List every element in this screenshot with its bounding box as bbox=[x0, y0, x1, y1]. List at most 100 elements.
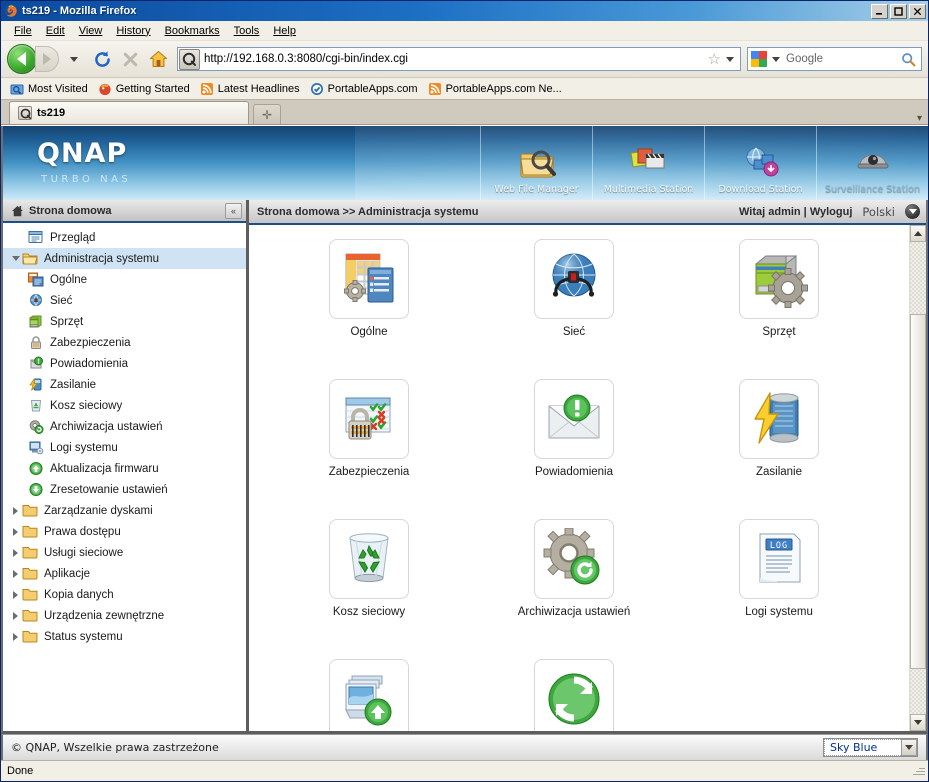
sidebar-collapse-button[interactable]: « bbox=[225, 202, 242, 219]
window-resize-grip[interactable] bbox=[910, 763, 926, 779]
sidebar-item-status-systemu[interactable]: Status systemu bbox=[3, 626, 246, 647]
url-bar[interactable]: http://192.168.0.3:8080/cgi-bin/index.cg… bbox=[177, 47, 741, 71]
bookmark-portableapps[interactable]: PortableApps.com bbox=[307, 81, 424, 97]
bookmark-star-icon[interactable]: ☆ bbox=[705, 50, 724, 68]
sidebar-item-siec[interactable]: Sieć bbox=[3, 290, 246, 311]
notification-mail-icon[interactable] bbox=[534, 379, 614, 459]
tile-archiwizacja-ustawien[interactable]: Archiwizacja ustawień bbox=[489, 519, 659, 659]
network-globe-icon[interactable] bbox=[534, 239, 614, 319]
maximize-button[interactable] bbox=[890, 3, 907, 19]
tile-ogolne[interactable]: Ogólne bbox=[284, 239, 454, 379]
sidebar-item-aktualizacja-firmwaru[interactable]: Aktualizacja firmwaru bbox=[3, 458, 246, 479]
sidebar-item-zresetowanie-ustawien[interactable]: Zresetowanie ustawień bbox=[3, 479, 246, 500]
bookmark-portableapps-news[interactable]: PortableApps.com Ne... bbox=[425, 81, 568, 97]
scroll-up-button[interactable] bbox=[910, 225, 926, 242]
tile-sprzet[interactable]: Sprzęt bbox=[694, 239, 864, 379]
firmware-update-icon[interactable] bbox=[329, 659, 409, 731]
search-input[interactable]: Google bbox=[786, 53, 901, 65]
general-settings-icon[interactable] bbox=[329, 239, 409, 319]
sidebar-item-powiadomienia[interactable]: Powiadomienia bbox=[3, 353, 246, 374]
sidebar-item-uslugi-sieciowe[interactable]: Usługi sieciowe bbox=[3, 542, 246, 563]
security-lock-icon[interactable] bbox=[329, 379, 409, 459]
menu-history[interactable]: History bbox=[109, 23, 157, 39]
bookmark-getting-started[interactable]: Getting Started bbox=[95, 81, 196, 97]
tile-zasilanie[interactable]: Zasilanie bbox=[694, 379, 864, 519]
sidebar-item-administracja-systemu[interactable]: Administracja systemu bbox=[3, 248, 246, 269]
bookmark-latest-headlines[interactable]: Latest Headlines bbox=[197, 81, 306, 97]
stop-icon[interactable] bbox=[117, 46, 143, 72]
twisty-closed-icon[interactable] bbox=[9, 506, 22, 515]
tile-zabezpieczenia[interactable]: Zabezpieczenia bbox=[284, 379, 454, 519]
sidebar-item-urzadzenia-zewnetrzne[interactable]: Urządzenia zewnętrzne bbox=[3, 605, 246, 626]
tile-logi-systemu[interactable]: LOG Logi systemu bbox=[694, 519, 864, 659]
search-bar[interactable]: Google bbox=[747, 47, 922, 71]
menu-edit[interactable]: Edit bbox=[39, 23, 72, 39]
tab-list-button[interactable]: ▾ bbox=[917, 113, 928, 124]
backup-gear-icon[interactable] bbox=[534, 519, 614, 599]
sidebar-item-kopia-danych[interactable]: Kopia danych bbox=[3, 584, 246, 605]
theme-dropdown-icon[interactable] bbox=[901, 739, 917, 756]
power-battery-icon[interactable] bbox=[739, 379, 819, 459]
sidebar-item-ogolne[interactable]: Ogólne bbox=[3, 269, 246, 290]
sidebar-item-zabezpieczenia[interactable]: Zabezpieczenia bbox=[3, 332, 246, 353]
twisty-closed-icon[interactable] bbox=[9, 611, 22, 620]
home-icon[interactable] bbox=[145, 46, 171, 72]
theme-selected-value[interactable]: Sky Blue bbox=[824, 739, 901, 756]
twisty-closed-icon[interactable] bbox=[9, 632, 22, 641]
bookmark-most-visited[interactable]: Most Visited bbox=[7, 81, 94, 97]
menu-tools[interactable]: Tools bbox=[227, 23, 267, 39]
twisty-closed-icon[interactable] bbox=[9, 590, 22, 599]
sidebar-item-prawa-dostepu[interactable]: Prawa dostępu bbox=[3, 521, 246, 542]
scroll-down-button[interactable] bbox=[910, 714, 926, 731]
menu-view[interactable]: View bbox=[72, 23, 110, 39]
language-label[interactable]: Polski bbox=[862, 205, 895, 219]
menu-file[interactable]: File bbox=[7, 23, 39, 39]
hardware-gear-icon[interactable] bbox=[739, 239, 819, 319]
menu-bookmarks[interactable]: Bookmarks bbox=[158, 23, 227, 39]
sidebar-item-zasilanie[interactable]: Zasilanie bbox=[3, 374, 246, 395]
url-text[interactable]: http://192.168.0.3:8080/cgi-bin/index.cg… bbox=[204, 53, 705, 65]
theme-select[interactable]: Sky Blue bbox=[823, 738, 918, 757]
sidebar-item-archiwizacja-ustawien[interactable]: Archiwizacja ustawień bbox=[3, 416, 246, 437]
sidebar-item-logi-systemu[interactable]: Logi systemu bbox=[3, 437, 246, 458]
twisty-closed-icon[interactable] bbox=[9, 569, 22, 578]
content-scrollbar[interactable] bbox=[909, 225, 926, 731]
tile-powiadomienia[interactable]: Powiadomienia bbox=[489, 379, 659, 519]
twisty-closed-icon[interactable] bbox=[9, 548, 22, 557]
search-engine-dropdown-icon[interactable] bbox=[770, 53, 786, 65]
minimize-button[interactable] bbox=[871, 3, 888, 19]
tile-siec[interactable]: Sieć bbox=[489, 239, 659, 379]
tab-ts219[interactable]: ts219 bbox=[9, 101, 249, 124]
new-tab-button[interactable]: ✛ bbox=[253, 104, 281, 124]
url-dropdown-icon[interactable] bbox=[724, 53, 740, 65]
app-surveillance-station[interactable]: Surveillance Station bbox=[816, 126, 928, 200]
site-identity-icon[interactable] bbox=[179, 48, 200, 70]
twisty-closed-icon[interactable] bbox=[9, 527, 22, 536]
system-log-icon[interactable]: LOG bbox=[739, 519, 819, 599]
tile-zresetowanie-ustawien[interactable] bbox=[489, 659, 659, 731]
app-web-file-manager[interactable]: Web File Manager bbox=[480, 126, 592, 200]
back-button[interactable] bbox=[7, 44, 37, 74]
sidebar-item-kosz-sieciowy[interactable]: Kosz sieciowy bbox=[3, 395, 246, 416]
nav-dropdown-button[interactable] bbox=[61, 46, 87, 72]
forward-button[interactable] bbox=[35, 46, 59, 72]
tile-aktualizacja-firmwaru[interactable] bbox=[284, 659, 454, 731]
app-multimedia-station[interactable]: Multimedia Station bbox=[592, 126, 704, 200]
language-dropdown-icon[interactable] bbox=[905, 204, 920, 219]
recycle-bin-icon[interactable] bbox=[329, 519, 409, 599]
tile-kosz-sieciowy[interactable]: Kosz sieciowy bbox=[284, 519, 454, 659]
menu-help[interactable]: Help bbox=[266, 23, 303, 39]
search-magnifier-icon[interactable] bbox=[901, 52, 916, 67]
close-button[interactable] bbox=[909, 3, 926, 19]
app-download-station[interactable]: Download Station bbox=[704, 126, 816, 200]
sidebar-item-aplikacje[interactable]: Aplikacje bbox=[3, 563, 246, 584]
sidebar-item-sprzet[interactable]: Sprzęt bbox=[3, 311, 246, 332]
scrollbar-track[interactable] bbox=[910, 242, 926, 714]
reload-icon[interactable] bbox=[89, 46, 115, 72]
scrollbar-thumb[interactable] bbox=[910, 314, 926, 669]
reset-settings-icon[interactable] bbox=[534, 659, 614, 731]
sidebar-item-zarzadzanie-dyskami[interactable]: Zarządzanie dyskami bbox=[3, 500, 246, 521]
welcome-logout[interactable]: Witaj admin | Wyloguj bbox=[739, 206, 852, 218]
twisty-open-icon[interactable] bbox=[9, 256, 22, 261]
sidebar-item-przeglad[interactable]: Przegląd bbox=[3, 227, 246, 248]
